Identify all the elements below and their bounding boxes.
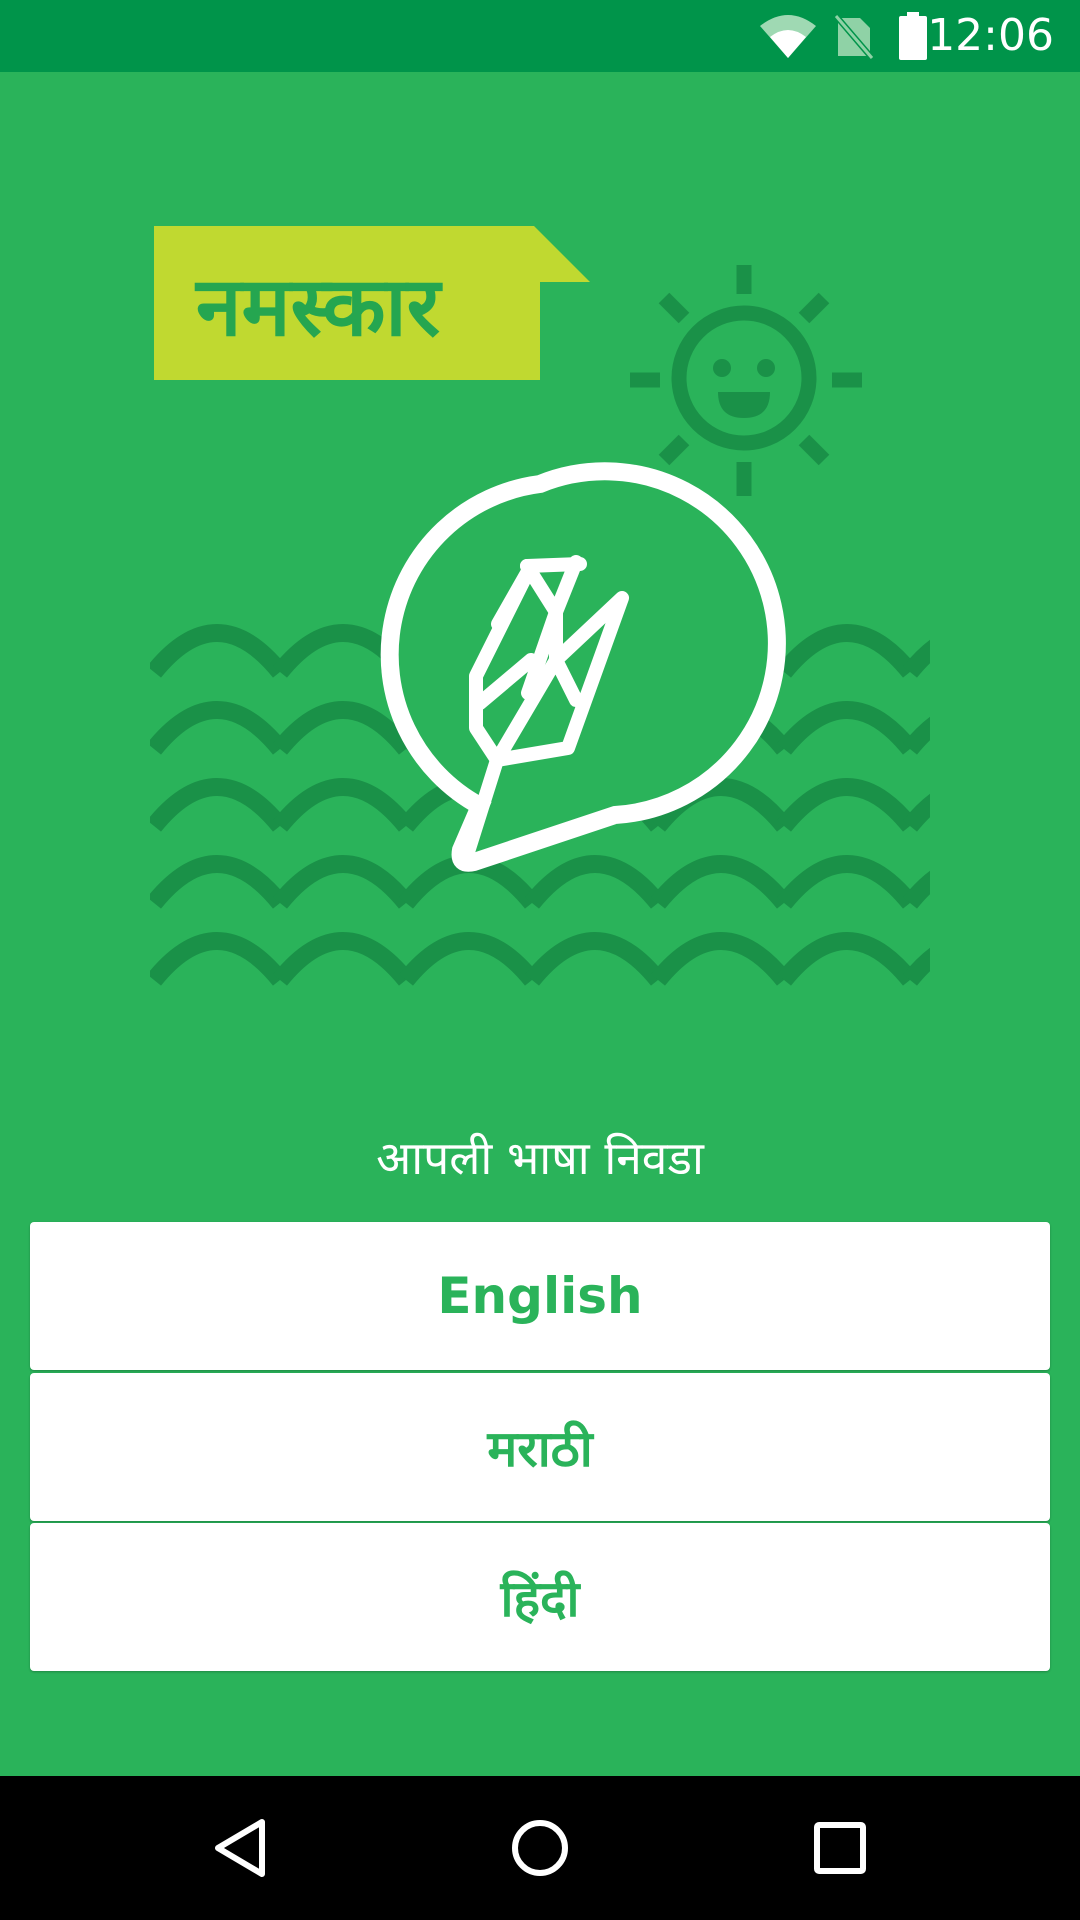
wifi-icon [760,15,816,58]
back-icon[interactable] [204,1812,276,1884]
welcome-illustration: नमस्कार [150,226,930,986]
hindi-button[interactable]: हिंदी [30,1523,1050,1671]
clock-time: 12:06 [927,10,1054,61]
language-prompt: आपली भाषा निवडा [376,1131,704,1185]
status-bar: 12:06 [0,0,1080,72]
recents-icon[interactable] [804,1812,876,1884]
home-icon[interactable] [504,1812,576,1884]
greeting-text: नमस्कार [194,260,444,355]
no-sim-icon [834,14,874,60]
marathi-button[interactable]: मराठी [30,1373,1050,1521]
battery-icon [899,12,927,60]
sun-icon [630,265,862,496]
wheat-logo-icon [380,462,786,872]
english-button[interactable]: English [30,1222,1050,1370]
greeting-badge: नमस्कार [154,226,590,380]
language-selection-screen: 12:06 नमस्कार आपली भाषा निवडा English मर… [0,0,1080,1920]
navigation-bar [0,1776,1080,1920]
